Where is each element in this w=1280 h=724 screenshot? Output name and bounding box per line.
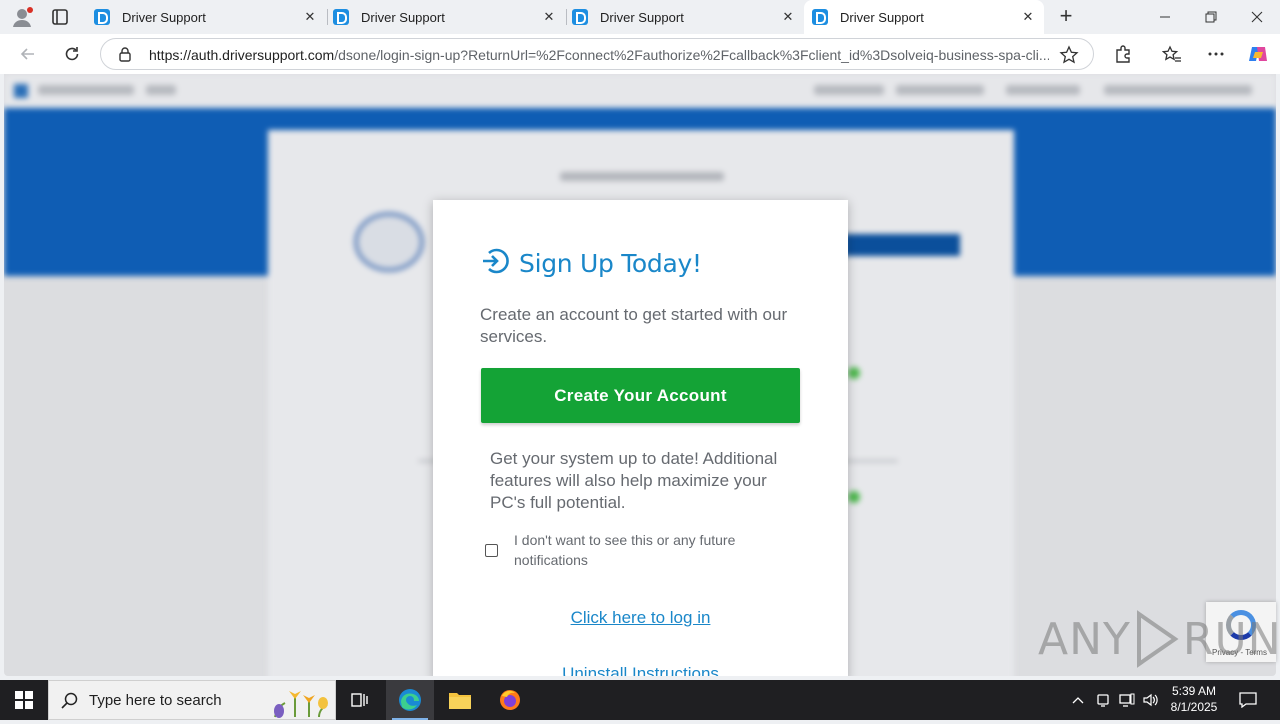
notifications-icon[interactable] bbox=[1234, 680, 1262, 720]
watermark-play-icon bbox=[1136, 610, 1179, 668]
address-bar[interactable]: https://auth.driversupport.com/dsone/log… bbox=[100, 38, 1094, 70]
more-menu-icon[interactable] bbox=[1204, 42, 1228, 66]
create-account-button[interactable]: Create Your Account bbox=[481, 368, 800, 423]
back-arrow-icon[interactable] bbox=[16, 42, 40, 66]
firefox-icon[interactable] bbox=[486, 680, 534, 720]
url-text[interactable]: https://auth.driversupport.com/dsone/log… bbox=[149, 47, 1049, 63]
file-explorer-icon[interactable] bbox=[436, 680, 484, 720]
new-tab-plus-icon[interactable]: + bbox=[1055, 5, 1077, 28]
optout-label[interactable]: I don't want to see this or any future n… bbox=[514, 530, 785, 570]
restore-icon[interactable] bbox=[1188, 0, 1234, 34]
lock-icon[interactable] bbox=[117, 46, 133, 67]
signup-modal: Sign Up Today! Create an account to get … bbox=[433, 200, 848, 676]
tab-strip: Driver Support ✕ Driver Support ✕ Driver… bbox=[0, 0, 1280, 34]
tab-close-icon[interactable]: ✕ bbox=[302, 9, 318, 25]
browser-toolbar: https://auth.driversupport.com/dsone/log… bbox=[0, 34, 1280, 74]
driversupport-favicon-icon bbox=[812, 9, 828, 25]
tab-close-icon[interactable]: ✕ bbox=[541, 9, 557, 25]
login-link[interactable]: Click here to log in bbox=[433, 608, 848, 628]
tab-actions-icon[interactable] bbox=[48, 5, 72, 29]
search-icon bbox=[61, 692, 79, 715]
minimize-icon[interactable] bbox=[1142, 0, 1188, 34]
dell-logo-icon bbox=[354, 212, 424, 272]
tab-title: Driver Support bbox=[361, 9, 445, 25]
windows-start-icon[interactable] bbox=[0, 680, 48, 720]
clock-time: 5:39 AM bbox=[1171, 684, 1217, 698]
driversupport-favicon-icon bbox=[94, 9, 110, 25]
browser-tab-2[interactable]: Driver Support ✕ bbox=[325, 0, 565, 34]
watermark-right: RUN bbox=[1182, 613, 1280, 665]
tray-device-icon[interactable] bbox=[1093, 680, 1113, 720]
tray-chevron-up-icon[interactable] bbox=[1068, 680, 1088, 720]
search-highlight-flowers-icon bbox=[265, 683, 331, 724]
tab-close-icon[interactable]: ✕ bbox=[780, 9, 796, 25]
refresh-icon[interactable] bbox=[60, 42, 84, 66]
status-dot-icon bbox=[848, 367, 860, 379]
modal-title-row: Sign Up Today! bbox=[480, 246, 702, 281]
search-placeholder: Type here to search bbox=[89, 692, 222, 709]
tab-title: Driver Support bbox=[122, 9, 206, 25]
taskbar-clock[interactable]: 5:39 AM 8/1/2025 bbox=[1160, 683, 1228, 715]
url-path: /dsone/login-sign-up?ReturnUrl=%2Fconnec… bbox=[334, 47, 1049, 63]
site-logo-icon bbox=[14, 84, 28, 98]
browser-tab-1[interactable]: Driver Support ✕ bbox=[86, 0, 326, 34]
volume-icon[interactable] bbox=[1140, 680, 1162, 720]
background-button bbox=[844, 234, 960, 256]
extensions-puzzle-icon[interactable] bbox=[1111, 42, 1135, 66]
sign-in-arrow-icon bbox=[480, 246, 510, 281]
modal-body-text: Get your system up to date! Additional f… bbox=[490, 449, 778, 512]
modal-subtitle: Create an account to get started with ou… bbox=[480, 305, 788, 346]
browser-tab-4-active[interactable]: Driver Support ✕ bbox=[804, 0, 1044, 34]
profile-icon[interactable] bbox=[10, 5, 34, 29]
tab-title: Driver Support bbox=[600, 9, 684, 25]
url-host: https://auth.driversupport.com bbox=[149, 47, 335, 63]
window-close-icon[interactable] bbox=[1234, 0, 1280, 34]
tab-title: Driver Support bbox=[840, 9, 924, 25]
uninstall-instructions-link[interactable]: Uninstall Instructions bbox=[433, 664, 848, 676]
copilot-icon[interactable] bbox=[1246, 42, 1270, 66]
watermark-left: ANY bbox=[1038, 613, 1131, 665]
network-icon[interactable] bbox=[1116, 680, 1138, 720]
modal-title: Sign Up Today! bbox=[519, 249, 702, 278]
optout-row: I don't want to see this or any future n… bbox=[485, 530, 785, 570]
favorite-star-icon[interactable] bbox=[1059, 45, 1079, 70]
status-dot-icon bbox=[848, 491, 860, 503]
task-view-icon[interactable] bbox=[336, 680, 384, 720]
favorites-icon[interactable] bbox=[1160, 42, 1184, 66]
windows-taskbar: Type here to search 5:39 AM 8/1/2025 bbox=[0, 680, 1280, 720]
edge-taskbar-icon[interactable] bbox=[386, 680, 434, 720]
driversupport-favicon-icon bbox=[333, 9, 349, 25]
tab-close-icon[interactable]: ✕ bbox=[1020, 9, 1036, 25]
browser-tab-3[interactable]: Driver Support ✕ bbox=[564, 0, 804, 34]
background-site-header bbox=[4, 74, 1276, 108]
optout-checkbox[interactable] bbox=[485, 544, 498, 557]
driversupport-favicon-icon bbox=[572, 9, 588, 25]
anyrun-watermark: ANY RUN bbox=[1038, 610, 1280, 668]
web-page: Sign Up Today! Create an account to get … bbox=[4, 74, 1276, 676]
clock-date: 8/1/2025 bbox=[1170, 700, 1218, 714]
taskbar-search-box[interactable]: Type here to search bbox=[48, 680, 336, 720]
